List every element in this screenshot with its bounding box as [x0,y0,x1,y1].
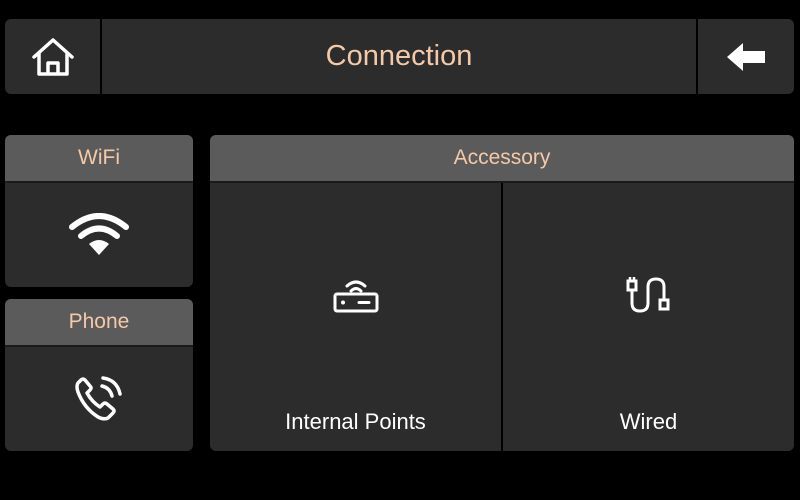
home-button[interactable] [5,19,100,94]
wifi-button[interactable] [5,183,193,287]
accessory-title: Accessory [210,135,794,183]
home-icon [31,37,74,76]
phone-button[interactable] [5,347,193,451]
wifi-card-title: WiFi [5,135,193,183]
accessory-options: Internal Points Wired [210,183,794,451]
phone-card-title: Phone [5,299,193,347]
router-icon [333,280,378,313]
internal-points-label: Internal Points [285,409,426,434]
page-title: Connection [325,40,473,72]
wired-label: Wired [619,409,678,434]
accessory-panel: Accessory Internal Points Wired [210,135,794,451]
wifi-icon [69,213,129,255]
wifi-card: WiFi [5,135,193,287]
back-button[interactable] [698,19,794,94]
phone-card: Phone [5,299,193,451]
phone-ringing-icon [75,376,122,421]
wired-button[interactable]: Wired [503,183,794,451]
arrow-left-icon [727,42,765,71]
internal-points-button[interactable]: Internal Points [210,183,501,451]
header-bar: Connection [5,19,794,94]
cable-icon [626,277,669,313]
